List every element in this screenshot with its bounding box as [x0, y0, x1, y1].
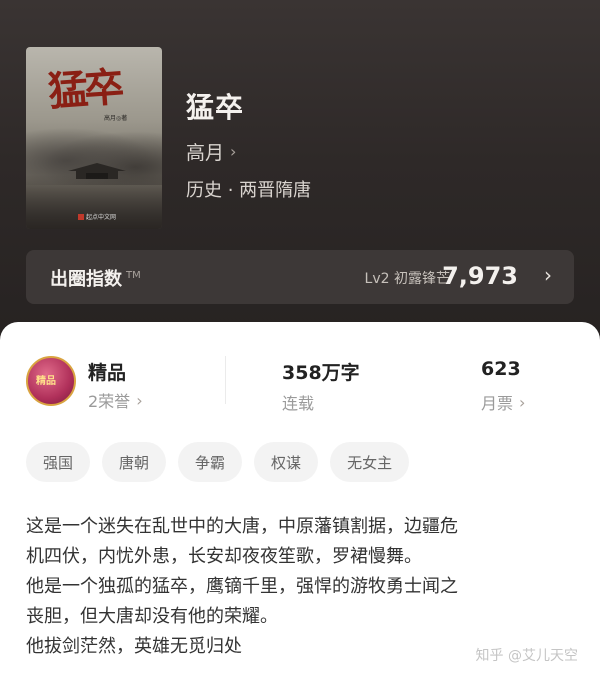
chevron-right-icon: › — [544, 263, 552, 287]
monthly-ticket-label: 月票 — [481, 394, 514, 413]
trademark-mark: TM — [126, 270, 141, 281]
publisher-logo-icon — [78, 213, 84, 220]
index-value: 7,973 — [442, 262, 518, 290]
tag-list: 强国 唐朝 争霸 权谋 无女主 — [26, 442, 410, 482]
tag-chip[interactable]: 强国 — [26, 442, 91, 482]
description-line: 丧胆，但大唐却没有他的荣耀。 — [26, 606, 278, 627]
tag-chip[interactable]: 权谋 — [254, 442, 319, 482]
stats-divider — [225, 356, 226, 404]
description-line: 机四伏，内忧外患，长安却夜夜笙歌，罗裙慢舞。 — [26, 546, 422, 567]
chevron-right-icon: › — [519, 392, 526, 412]
cover-author: 高月◎著 — [104, 115, 128, 122]
description-line: 他是一个独孤的猛卒，鹰镝千里，强悍的游牧勇士闻之 — [26, 576, 458, 597]
quality-label: 精品 — [88, 362, 127, 384]
book-header: 猛卒 高月◎著 起点中文网 猛卒 高月 › 历史 · 两晋隋唐 出圈指数 TM L… — [0, 0, 600, 360]
watermark: 知乎 @艾儿天空 — [475, 648, 578, 664]
index-label: 出圈指数 TM — [50, 265, 141, 291]
index-label-text: 出圈指数 — [50, 269, 122, 290]
chevron-right-icon: › — [136, 390, 143, 410]
book-title: 猛卒 — [186, 91, 245, 124]
book-genre: 历史 · 两晋隋唐 — [186, 180, 312, 201]
serial-status-text: 连载 — [282, 394, 315, 413]
book-info-card: 精品 精品 2荣誉 › 358万字 连载 623 月票 › 强国 唐朝 争霸 权… — [0, 322, 600, 681]
badge-text: 精品 — [36, 376, 56, 387]
serial-status: 连载 — [282, 390, 314, 414]
monthly-ticket-link[interactable]: 月票 › — [481, 390, 525, 414]
book-description: 这是一个迷失在乱世中的大唐，中原藩镇割据，边疆危 机四伏，内忧外患，长安却夜夜笙… — [26, 512, 578, 662]
cover-publisher-text: 起点中文网 — [86, 214, 117, 221]
monthly-ticket-count: 623 — [481, 358, 521, 380]
cover-publisher: 起点中文网 — [78, 212, 116, 221]
author-link[interactable]: 高月 › — [186, 138, 236, 165]
index-level: Lv2 初露锋芒 — [364, 271, 450, 287]
tag-chip[interactable]: 争霸 — [178, 442, 243, 482]
chevron-right-icon: › — [230, 142, 237, 161]
honors-text: 2荣誉 — [88, 392, 131, 411]
cover-title: 猛卒 — [46, 63, 122, 116]
description-line: 这是一个迷失在乱世中的大唐，中原藩镇割据，边疆危 — [26, 516, 458, 537]
honors-link[interactable]: 2荣誉 › — [88, 388, 143, 412]
word-count: 358万字 — [282, 362, 360, 384]
quality-badge-icon: 精品 — [26, 356, 76, 406]
popularity-index-bar[interactable]: 出圈指数 TM Lv2 初露锋芒 7,973 › — [26, 250, 574, 304]
tag-chip[interactable]: 唐朝 — [102, 442, 167, 482]
tag-chip[interactable]: 无女主 — [330, 442, 410, 482]
book-cover[interactable]: 猛卒 高月◎著 起点中文网 — [26, 47, 162, 229]
author-name: 高月 — [186, 142, 225, 164]
